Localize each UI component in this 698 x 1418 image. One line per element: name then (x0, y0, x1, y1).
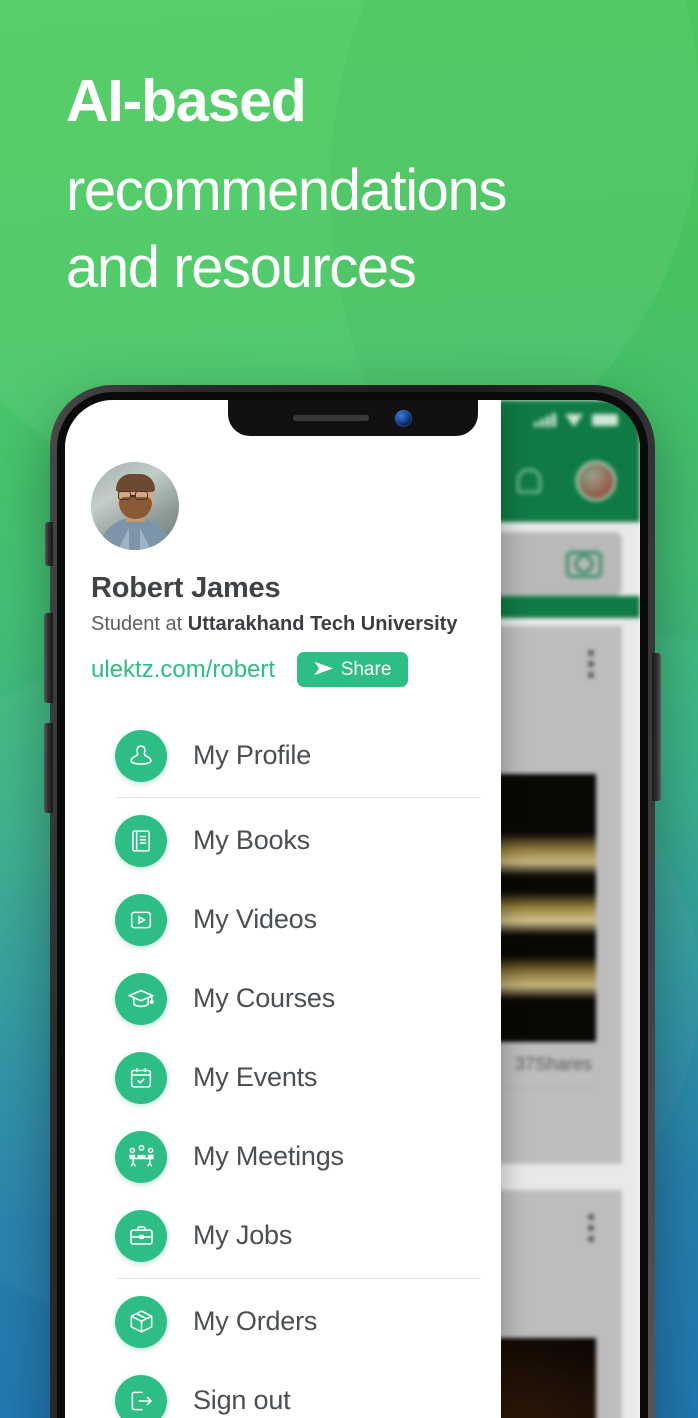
power-button[interactable] (652, 653, 661, 801)
menu-divider (117, 797, 481, 798)
menu-item-label: My Events (193, 1062, 318, 1092)
more-options-icon[interactable] (588, 650, 594, 678)
menu-item-my-meetings[interactable]: My Meetings (91, 1117, 501, 1196)
phone-notch (227, 400, 478, 436)
menu-item-label: Sign out (193, 1385, 291, 1415)
profile-photo[interactable] (91, 462, 179, 550)
share-button-label: Share (340, 658, 392, 680)
profile-url-link[interactable]: ulektz.com/robert (91, 656, 275, 684)
profile-link-row: ulektz.com/robert ➤ Share (91, 652, 501, 687)
battery-icon (592, 414, 618, 426)
meeting-people-icon (115, 1130, 167, 1183)
wifi-icon (565, 413, 583, 427)
menu-item-label: My Orders (193, 1306, 318, 1336)
menu-item-label: My Meetings (193, 1141, 344, 1171)
front-camera-icon (395, 409, 412, 427)
mute-switch-button[interactable] (45, 522, 53, 566)
menu-item-label: My Courses (193, 983, 336, 1013)
volume-up-button[interactable] (44, 613, 53, 703)
headline-line-2: recommendations (66, 158, 507, 223)
camera-icon[interactable] (566, 550, 602, 578)
calendar-check-icon (115, 1051, 167, 1104)
share-arrow-icon: ➤ (311, 657, 335, 680)
more-options-icon[interactable] (588, 1214, 594, 1242)
share-profile-button[interactable]: ➤ Share (297, 652, 409, 687)
menu-item-my-events[interactable]: My Events (91, 1038, 501, 1117)
graduation-cap-icon (115, 972, 167, 1025)
navigation-drawer: Robert James Student at Uttarakhand Tech… (65, 400, 501, 1418)
profile-role: Student at (91, 613, 188, 635)
book-icon (115, 814, 167, 867)
menu-item-label: My Profile (193, 740, 312, 770)
profile-name: Robert James (91, 572, 281, 604)
briefcase-icon (115, 1209, 167, 1262)
menu-item-my-courses[interactable]: My Courses (91, 959, 501, 1038)
menu-item-my-jobs[interactable]: My Jobs (91, 1196, 501, 1275)
menu-divider (117, 1278, 481, 1279)
menu-item-label: My Videos (193, 904, 317, 934)
menu-item-my-videos[interactable]: My Videos (91, 880, 501, 959)
cellular-signal-icon (534, 413, 556, 427)
profile-subtitle: Student at Uttarakhand Tech University (91, 613, 501, 636)
menu-item-my-orders[interactable]: My Orders (91, 1282, 501, 1361)
avatar[interactable] (576, 461, 616, 501)
headline-line-1: AI-based (66, 68, 307, 134)
menu-item-label: My Books (193, 825, 310, 855)
video-play-icon (115, 893, 167, 946)
phone-screen: g? xt of the mments 37Shares ➤ Share (65, 400, 640, 1418)
notification-bell-icon[interactable] (514, 466, 541, 496)
profile-institution: Uttarakhand Tech University (187, 613, 458, 635)
menu-item-my-profile[interactable]: My Profile (91, 715, 501, 794)
headline-line-3: and resources (66, 234, 417, 300)
menu-item-my-books[interactable]: My Books (91, 801, 501, 880)
package-box-icon (115, 1295, 167, 1348)
promo-headline: AI-based recommendations and resources (66, 72, 676, 306)
volume-down-button[interactable] (44, 723, 53, 813)
drawer-menu: My Profile My Books My Videos My Courses… (91, 715, 501, 1418)
sign-out-icon (115, 1374, 167, 1418)
menu-item-label: My Jobs (193, 1220, 293, 1250)
shares-count: 37Shares (514, 1054, 592, 1074)
speaker-grille (293, 415, 369, 421)
phone-mockup: g? xt of the mments 37Shares ➤ Share (44, 385, 661, 1418)
user-icon (115, 729, 167, 782)
menu-item-sign-out[interactable]: Sign out (91, 1361, 501, 1418)
